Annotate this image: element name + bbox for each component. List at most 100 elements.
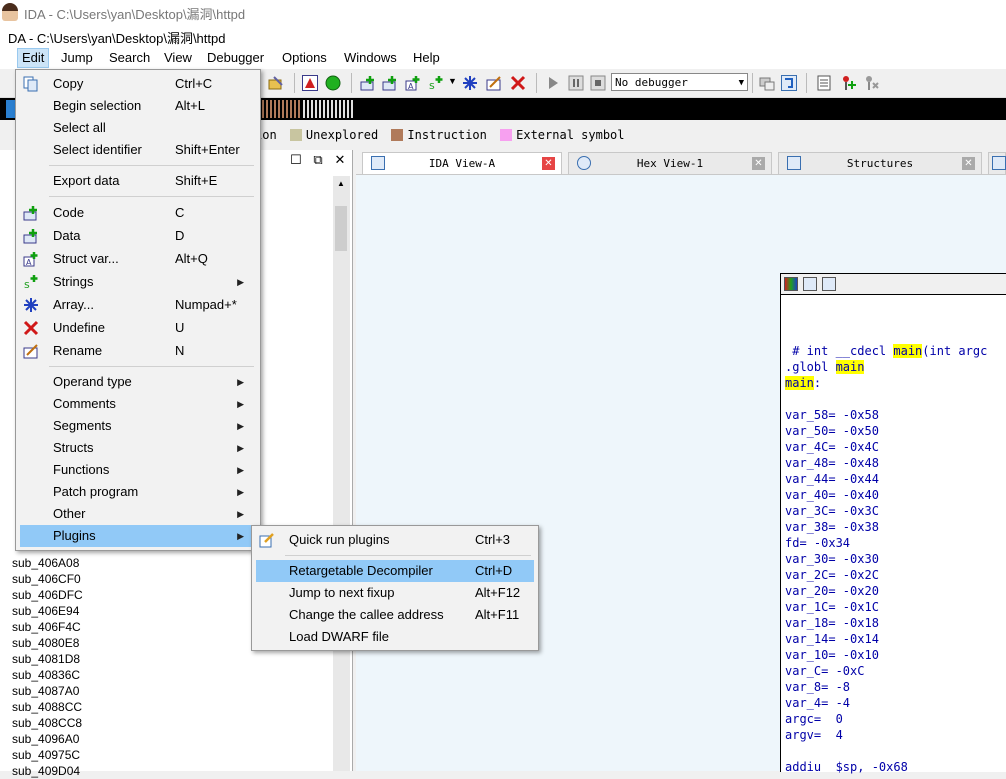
code-line-var: var_14= -0x14 (785, 632, 879, 646)
close-icon[interactable]: ✕ (752, 157, 765, 170)
warning-icon[interactable] (302, 75, 318, 91)
close-icon[interactable]: ✕ (542, 157, 555, 170)
menu-item-export-data[interactable]: Export data Shift+E (20, 170, 256, 192)
delete-breakpoint-icon[interactable] (863, 75, 879, 91)
rename-icon[interactable] (486, 75, 502, 91)
menu-item-quick-run-plugins[interactable]: Quick run plugins Ctrl+3 (256, 529, 534, 551)
menu-item-structs[interactable]: Structs ▶ (20, 437, 256, 459)
menu-edit[interactable]: Edit (17, 48, 50, 68)
menu-label: Quick run plugins (289, 532, 390, 547)
run-circle-icon[interactable] (325, 75, 341, 91)
document-title: DA - C:\Users\yan\Desktop\漏洞\httpd (8, 31, 226, 46)
rename-node-icon[interactable] (803, 277, 817, 291)
scrollbar-thumb[interactable] (335, 206, 347, 251)
menu-item-code[interactable]: Code C (20, 202, 256, 224)
menu-item-select-identifier[interactable]: Select identifier Shift+Enter (20, 139, 256, 161)
menu-item-change-callee-address[interactable]: Change the callee address Alt+F11 (256, 604, 534, 626)
menu-view[interactable]: View (160, 49, 196, 67)
function-row[interactable]: sub_4096A0 (12, 731, 332, 747)
menu-item-comments[interactable]: Comments ▶ (20, 393, 256, 415)
function-row[interactable]: sub_408CC8 (12, 715, 332, 731)
add-breakpoint-icon[interactable] (840, 75, 856, 91)
menu-item-operand-type[interactable]: Operand type ▶ (20, 371, 256, 393)
menu-item-undefine[interactable]: Undefine U (20, 317, 256, 339)
breakpoint-list-icon[interactable] (816, 75, 832, 91)
menu-item-begin-selection[interactable]: Begin selection Alt+L (20, 95, 256, 117)
menu-label: Plugins (53, 528, 96, 543)
close-icon[interactable]: ✕ (962, 157, 975, 170)
attach-process-icon[interactable] (759, 75, 775, 91)
strings-icon: s (24, 275, 38, 290)
menu-item-patch-program[interactable]: Patch program ▶ (20, 481, 256, 503)
submenu-arrow-icon: ▶ (237, 277, 244, 287)
menu-label: Patch program (53, 484, 139, 499)
code-line-var: var_50= -0x50 (785, 424, 879, 438)
menu-shortcut: Shift+Enter (175, 142, 240, 157)
menu-item-strings[interactable]: s Strings ▶ (20, 271, 256, 293)
menu-item-retargetable-decompiler[interactable]: Retargetable Decompiler Ctrl+D (256, 560, 534, 582)
plugins-submenu: Quick run plugins Ctrl+3 Retargetable De… (251, 525, 539, 651)
code-line-var: var_4= -4 (785, 696, 851, 710)
data-icon[interactable] (382, 75, 398, 91)
tab-hex-view-1[interactable]: Hex View-1 ✕ (568, 152, 772, 174)
menu-item-plugins[interactable]: Plugins ▶ (20, 525, 256, 547)
scroll-up-icon[interactable]: ▲ (337, 179, 345, 188)
menu-item-copy[interactable]: Copy Ctrl+C (20, 73, 256, 95)
strings-icon[interactable]: s (428, 75, 444, 91)
code-icon[interactable] (360, 75, 376, 91)
tab-structures[interactable]: Structures ✕ (778, 152, 982, 174)
function-row[interactable]: sub_4088CC (12, 699, 332, 715)
toolbar-separator (351, 73, 352, 93)
vertical-scrollbar[interactable]: ▲ (333, 176, 350, 771)
menu-item-array[interactable]: Array... Numpad+* (20, 294, 256, 316)
dropdown-arrow-icon[interactable]: ▼ (448, 76, 457, 86)
function-row[interactable]: sub_40975C (12, 747, 332, 763)
menu-label: Rename (53, 343, 103, 358)
document-titlebar: DA - C:\Users\yan\Desktop\漏洞\httpd (0, 24, 1006, 46)
menu-item-select-all[interactable]: Select all (20, 117, 256, 139)
menu-item-data[interactable]: Data D (20, 225, 256, 247)
close-icon[interactable]: ✕ (329, 152, 351, 168)
menu-item-load-dwarf-file[interactable]: Load DWARF file (256, 626, 534, 648)
tab-overflow[interactable] (988, 152, 1006, 174)
function-row[interactable]: sub_40836C (12, 667, 332, 683)
tab-ida-view-a[interactable]: IDA View-A ✕ (362, 152, 562, 174)
start-debug-icon[interactable] (545, 75, 561, 91)
panel-controls: ☐ ⧉ ✕ (285, 152, 351, 170)
color-icon[interactable] (784, 277, 798, 291)
menu-jump[interactable]: Jump (57, 49, 97, 67)
menu-search[interactable]: Search (105, 49, 154, 67)
stop-icon[interactable] (590, 75, 606, 91)
menu-item-segments[interactable]: Segments ▶ (20, 415, 256, 437)
code-node[interactable]: # int __cdecl main(int argc .globl main … (780, 273, 1006, 774)
menu-windows[interactable]: Windows (340, 49, 401, 67)
menu-item-other[interactable]: Other ▶ (20, 503, 256, 525)
menu-help[interactable]: Help (409, 49, 444, 67)
code-line-var: var_58= -0x58 (785, 408, 879, 422)
maximize-icon[interactable]: ☐ (285, 152, 307, 168)
struct-var-icon[interactable]: A (405, 75, 421, 91)
array-icon[interactable] (462, 75, 478, 91)
menu-item-functions[interactable]: Functions ▶ (20, 459, 256, 481)
pause-icon[interactable] (568, 75, 584, 91)
menu-label: Export data (53, 173, 120, 188)
menu-options[interactable]: Options (278, 49, 331, 67)
menu-item-rename[interactable]: Rename N (20, 340, 256, 362)
undefine-icon[interactable] (510, 75, 526, 91)
menu-label: Jump to next fixup (289, 585, 395, 600)
debugger-select[interactable]: No debugger ▼ (611, 73, 748, 91)
tab-label: Structures (846, 157, 914, 170)
menu-item-struct-var[interactable]: A Struct var... Alt+Q (20, 248, 256, 270)
step-into-icon[interactable] (781, 75, 797, 91)
code-text: : (813, 376, 822, 390)
function-row[interactable]: sub_4087A0 (12, 683, 332, 699)
group-node-icon[interactable] (822, 277, 836, 291)
menu-debugger[interactable]: Debugger (203, 49, 268, 67)
function-row[interactable]: sub_4081D8 (12, 651, 332, 667)
function-row[interactable]: sub_409D04 (12, 763, 332, 779)
restore-icon[interactable]: ⧉ (307, 152, 329, 168)
legend-item: Instruction (407, 128, 487, 142)
menu-bar: Edit Jump Search View Debugger Options W… (0, 46, 1006, 69)
open-file-icon[interactable] (268, 75, 284, 91)
menu-item-jump-to-next-fixup[interactable]: Jump to next fixup Alt+F12 (256, 582, 534, 604)
